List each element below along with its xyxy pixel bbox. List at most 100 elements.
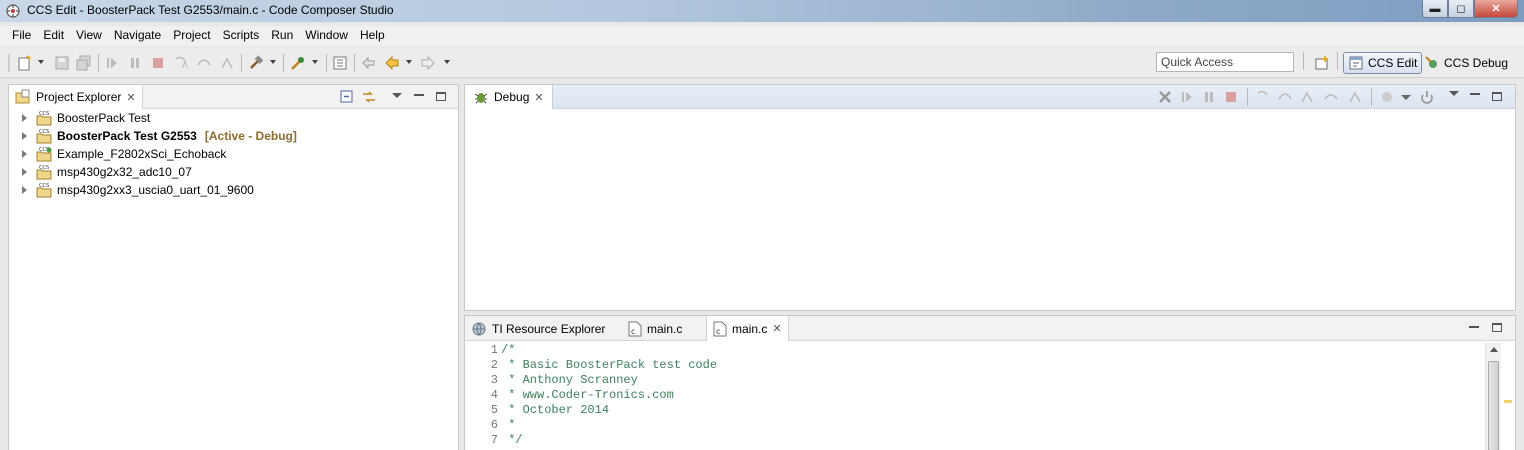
expand-arrow-icon[interactable]: [22, 114, 27, 122]
ccs-app-icon[interactable]: [5, 3, 21, 19]
terminate-icon[interactable]: [1223, 89, 1239, 105]
quick-access-input[interactable]: Quick Access: [1156, 52, 1294, 72]
ccs-edit-perspective-icon: [1349, 56, 1363, 70]
menu-view[interactable]: View: [70, 26, 108, 46]
ccs-project-icon: CCS: [36, 183, 52, 198]
scrollbar-thumb[interactable]: [1488, 361, 1499, 450]
debug-tab[interactable]: Debug ✕: [465, 85, 553, 109]
maximize-button[interactable]: ◻: [1448, 0, 1474, 18]
step-over-icon[interactable]: [196, 55, 212, 71]
back-dropdown-icon[interactable]: [406, 60, 412, 64]
editor-maximize-icon[interactable]: [1492, 323, 1502, 332]
menu-run[interactable]: Run: [265, 26, 299, 46]
minimize-button[interactable]: ▬: [1422, 0, 1448, 18]
code-line: 6 *: [465, 418, 1485, 433]
toolbar-grip[interactable]: [8, 54, 10, 72]
suspend-icon[interactable]: [127, 55, 143, 71]
new-icon[interactable]: [16, 55, 32, 71]
expand-arrow-icon[interactable]: [22, 132, 27, 140]
save-icon[interactable]: [54, 55, 70, 71]
expand-arrow-icon[interactable]: [22, 186, 27, 194]
overview-ruler-marker[interactable]: [1504, 400, 1512, 403]
link-with-editor-icon[interactable]: [361, 89, 377, 105]
maximize-view-icon[interactable]: [436, 92, 446, 101]
project-row-boosterpack-test-g2553[interactable]: CCS BoosterPack Test G2553 [Active - Deb…: [9, 127, 297, 145]
suspend-icon[interactable]: [1201, 89, 1217, 105]
menu-navigate[interactable]: Navigate: [108, 26, 167, 46]
assembly-step-over-icon[interactable]: [1323, 89, 1339, 105]
step-into-icon[interactable]: [173, 55, 189, 71]
reset-dropdown-icon[interactable]: [1401, 95, 1411, 100]
remove-terminated-icon[interactable]: [1157, 89, 1173, 105]
terminate-icon[interactable]: [150, 55, 166, 71]
ccs-edit-perspective-button[interactable]: CCS Edit: [1343, 52, 1423, 74]
code-text: * Basic BoosterPack test code: [501, 358, 718, 372]
menu-scripts[interactable]: Scripts: [217, 26, 266, 46]
title-bar: CCS Edit - BoosterPack Test G2553/main.c…: [0, 0, 1524, 22]
resume-icon[interactable]: [104, 55, 120, 71]
editor-vertical-scrollbar[interactable]: [1485, 343, 1501, 450]
code-text: /*: [501, 343, 516, 357]
step-over-icon[interactable]: [1277, 89, 1293, 105]
menu-project[interactable]: Project: [167, 26, 216, 46]
project-explorer-tab-row: Project Explorer ✕: [9, 85, 458, 109]
build-dropdown-icon[interactable]: [270, 60, 276, 64]
expand-arrow-icon[interactable]: [22, 168, 27, 176]
tab-close-icon[interactable]: ✕: [772, 322, 781, 335]
memory-browser-icon[interactable]: [332, 55, 348, 71]
project-row-boosterpack-test[interactable]: CCS BoosterPack Test: [9, 109, 150, 127]
menu-window[interactable]: Window: [299, 26, 354, 46]
project-row-msp430g2x32[interactable]: CCS msp430g2x32_adc10_07: [9, 163, 192, 181]
build-hammer-icon[interactable]: [248, 55, 264, 71]
step-return-icon[interactable]: [219, 55, 235, 71]
svg-text:CCS: CCS: [39, 165, 49, 171]
project-row-example-f2802x[interactable]: CCS Example_F2802xSci_Echoback: [9, 145, 226, 163]
reset-cpu-icon[interactable]: [1379, 89, 1395, 105]
tab-ti-resource-explorer[interactable]: TI Resource Explorer: [465, 316, 611, 341]
ccs-debug-perspective-button[interactable]: CCS Debug: [1420, 52, 1512, 74]
restart-icon[interactable]: [1419, 89, 1435, 105]
step-return-icon[interactable]: [1299, 89, 1315, 105]
menu-help[interactable]: Help: [354, 26, 391, 46]
debug-tab-close-icon[interactable]: ✕: [534, 91, 543, 104]
line-number: 6: [490, 418, 498, 432]
back-arrow-icon[interactable]: [384, 55, 400, 71]
close-window-button[interactable]: ✕: [1474, 0, 1518, 18]
project-explorer-close-icon[interactable]: ✕: [126, 91, 135, 104]
editor-minimize-icon[interactable]: [1469, 326, 1479, 328]
project-explorer-tab[interactable]: Project Explorer ✕: [9, 85, 143, 109]
new-dropdown-icon[interactable]: [38, 60, 44, 64]
tab-label: TI Resource Explorer: [492, 321, 606, 336]
project-row-msp430g2xx3[interactable]: CCS msp430g2xx3_uscia0_uart_01_9600: [9, 181, 254, 199]
resume-icon[interactable]: [1179, 89, 1195, 105]
project-name: msp430g2x32_adc10_07: [57, 165, 192, 179]
code-editor[interactable]: 1/* 2 * Basic BoosterPack test code 3 * …: [465, 343, 1485, 448]
line-number: 4: [490, 388, 498, 402]
tab-main-c-active[interactable]: c main.c ✕: [706, 316, 789, 341]
debug-minimize-icon[interactable]: [1470, 93, 1480, 95]
collapse-all-icon[interactable]: [339, 89, 355, 105]
tab-main-c-first[interactable]: c main.c: [622, 316, 688, 341]
editor-tab-row: TI Resource Explorer c main.c c main.c ✕: [465, 316, 1515, 341]
menu-edit[interactable]: Edit: [37, 26, 70, 46]
expand-arrow-icon[interactable]: [22, 150, 27, 158]
view-menu-icon[interactable]: [392, 93, 402, 98]
last-edit-icon[interactable]: [360, 55, 376, 71]
open-perspective-icon[interactable]: [1314, 55, 1330, 71]
forward-arrow-icon[interactable]: [420, 55, 436, 71]
step-into-icon[interactable]: [1255, 89, 1271, 105]
code-text: * Anthony Scranney: [501, 373, 638, 387]
debug-maximize-icon[interactable]: [1492, 92, 1502, 101]
debug-tab-label: Debug: [494, 90, 530, 104]
debug-bug-icon[interactable]: [290, 55, 306, 71]
debug-view-menu-icon[interactable]: [1449, 91, 1459, 96]
forward-dropdown-icon[interactable]: [444, 60, 450, 64]
save-all-icon[interactable]: [76, 55, 92, 71]
menu-file[interactable]: File: [6, 26, 37, 46]
minimize-view-icon[interactable]: [414, 94, 424, 96]
debug-dropdown-icon[interactable]: [312, 60, 318, 64]
assembly-step-into-icon[interactable]: [1347, 89, 1363, 105]
scroll-up-icon[interactable]: [1490, 347, 1498, 352]
code-text: * www.Coder-Tronics.com: [501, 388, 674, 402]
code-line: 2 * Basic BoosterPack test code: [465, 358, 1485, 373]
